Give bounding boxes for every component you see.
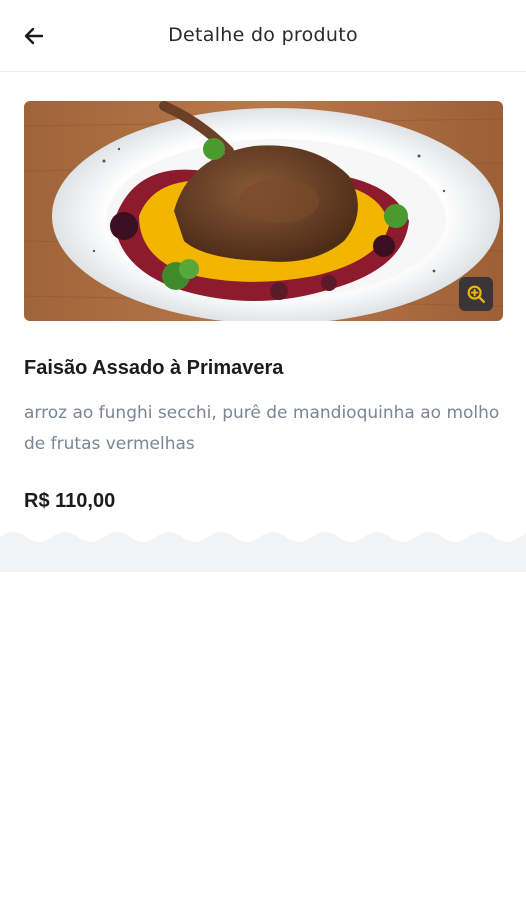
wave-divider (0, 532, 526, 572)
zoom-button[interactable] (459, 277, 493, 311)
app-header: Detalhe do produto (0, 0, 526, 72)
zoom-in-icon (467, 285, 485, 303)
dish-photo (24, 101, 503, 321)
product-description: arroz ao funghi secchi, purê de mandioqu… (24, 403, 500, 454)
product-name: Faisão Assado à Primavera (24, 357, 284, 379)
product-image[interactable] (24, 101, 503, 321)
product-price: R$ 110,00 (24, 490, 116, 512)
page-title: Detalhe do produto (168, 24, 358, 46)
